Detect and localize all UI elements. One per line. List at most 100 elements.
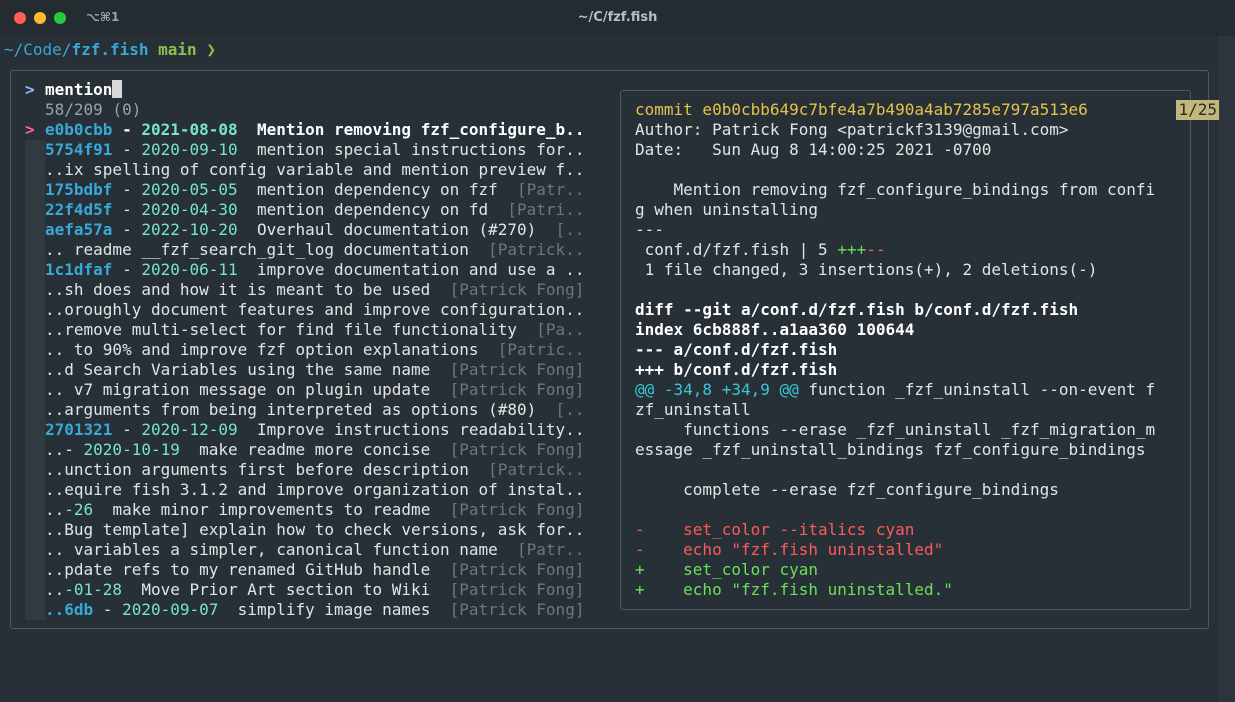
preview-text: + echo "fzf.fish uninstalled." [635, 580, 953, 599]
commit-author: [Patrick.. [488, 460, 585, 479]
preview-line: Mention removing fzf_configure_bindings … [635, 180, 1180, 200]
commit-message: ..ix spelling of config variable and men… [45, 160, 585, 179]
result-row[interactable]: aefa57a - 2022-10-20 Overhaul documentat… [25, 220, 605, 240]
commit-message: ..unction arguments first before descrip… [45, 460, 489, 479]
commit-message: .. readme __fzf_search_git_log documenta… [45, 240, 489, 259]
preview-text: -- [866, 240, 886, 259]
result-row[interactable]: ..-01-28 Move Prior Art section to Wiki … [25, 580, 605, 600]
row-gutter [25, 300, 45, 320]
result-row[interactable]: > e0b0cbb - 2021-08-08 Mention removing f… [25, 120, 605, 140]
commit-date: -26 [64, 500, 94, 519]
preview-text: zf_uninstall [635, 400, 751, 419]
preview-line: commit e0b0cbb649c7bfe4a7b490a4ab7285e79… [635, 100, 1180, 120]
commit-hash: aefa57a [45, 220, 113, 239]
preview-line: 1 file changed, 3 insertions(+), 2 delet… [635, 260, 1180, 280]
result-row[interactable]: ..d Search Variables using the same name… [25, 360, 605, 380]
preview-line: +++ b/conf.d/fzf.fish [635, 360, 1180, 380]
preview-line [635, 160, 1180, 180]
preview-line: g when uninstalling [635, 200, 1180, 220]
commit-author: [Patrick Fong] [449, 380, 585, 399]
result-row[interactable]: .. variables a simpler, canonical functi… [25, 540, 605, 560]
preview-text: function _fzf_uninstall --on-event f [798, 380, 1156, 399]
commit-author: [Patri.. [507, 200, 585, 219]
result-row[interactable]: ..6db - 2020-09-07 simplify image names … [25, 600, 605, 620]
preview-text: + set_color cyan [635, 560, 819, 579]
result-row[interactable]: 22f4d5f - 2020-04-30 mention dependency … [25, 200, 605, 220]
row-gutter [25, 500, 45, 520]
result-row[interactable]: 1c1dfaf - 2020-06-11 improve documentati… [25, 260, 605, 280]
window-title: ~/C/fzf.fish [577, 10, 658, 25]
preview-text: g when uninstalling [635, 200, 819, 219]
preview-line: @@ -34,8 +34,9 @@ function _fzf_uninstal… [635, 380, 1180, 400]
commit-message: ..oroughly document features and improve… [45, 300, 585, 319]
commit-hash: 2701321 [45, 420, 113, 439]
row-gutter [25, 480, 45, 500]
commit-author: [Patrick Fong] [449, 560, 585, 579]
row-gutter [25, 360, 45, 380]
commit-message: .. variables a simpler, canonical functi… [45, 540, 518, 559]
result-row[interactable]: ..pdate refs to my renamed GitHub handle… [25, 560, 605, 580]
commit-message: make minor improvements to readme [93, 500, 450, 519]
commit-message: mention special instructions for.. [237, 140, 585, 159]
preview-text: +++ [837, 240, 867, 259]
text-cursor [112, 80, 123, 98]
commit-message: ..d Search Variables using the same name [45, 360, 450, 379]
preview-line: index 6cb888f..a1aa360 100644 [635, 320, 1180, 340]
row-gutter [25, 420, 45, 440]
result-row[interactable]: .. v7 migration message on plugin update… [25, 380, 605, 400]
query-caret: > [25, 80, 35, 99]
commit-author: [.. [555, 400, 585, 419]
result-row[interactable]: ..-26 make minor improvements to readme … [25, 500, 605, 520]
result-row[interactable]: 175bdbf - 2020-05-05 mention dependency … [25, 180, 605, 200]
commit-hash: e0b0cbb [45, 120, 113, 139]
preview-scroll-position: 1/25 [1176, 100, 1219, 120]
result-row[interactable]: ..oroughly document features and improve… [25, 300, 605, 320]
row-gutter [25, 140, 45, 160]
search-input[interactable]: mention [45, 80, 112, 99]
preview-text: 1 file changed, 3 insertions(+), 2 delet… [635, 260, 1098, 279]
row-gutter [25, 320, 45, 340]
result-row[interactable]: .. readme __fzf_search_git_log documenta… [25, 240, 605, 260]
preview-text: diff --git a/conf.d/fzf.fish b/conf.d/fz… [635, 300, 1079, 319]
row-gutter [25, 160, 45, 180]
result-row[interactable]: ..arguments from being interpreted as op… [25, 400, 605, 420]
fzf-query-line[interactable]: > mention [25, 80, 605, 100]
commit-date: 2020-12-09 [141, 420, 238, 439]
prompt-branch: main [158, 40, 197, 59]
commit-author: [Pa.. [536, 320, 585, 339]
separator: - [112, 120, 142, 139]
result-row[interactable]: ..ix spelling of config variable and men… [25, 160, 605, 180]
result-row[interactable]: .. to 90% and improve fzf option explana… [25, 340, 605, 360]
commit-date: 2020-04-30 [141, 200, 238, 219]
commit-message: Move Prior Art section to Wiki [122, 580, 450, 599]
preview-line: - echo "fzf.fish uninstalled" [635, 540, 1180, 560]
result-row[interactable]: ..- 2020-10-19 make readme more concise … [25, 440, 605, 460]
preview-line: --- a/conf.d/fzf.fish [635, 340, 1180, 360]
commit-hash: 175bdbf [45, 180, 113, 199]
row-gutter [25, 560, 45, 580]
result-row[interactable]: ..unction arguments first before descrip… [25, 460, 605, 480]
separator: - [112, 140, 142, 159]
scrollbar[interactable] [1219, 36, 1235, 702]
preview-text: - set_color --italics cyan [635, 520, 915, 539]
row-gutter [25, 460, 45, 480]
result-row[interactable]: ..equire fish 3.1.2 and improve organiza… [25, 480, 605, 500]
result-row[interactable]: ..Bug template] explain how to check ver… [25, 520, 605, 540]
preview-line: conf.d/fzf.fish | 5 +++-- [635, 240, 1180, 260]
preview-text: Author: Patrick Fong <patrickf3139@gmail… [635, 120, 1069, 139]
result-row[interactable]: ..remove multi-select for find file func… [25, 320, 605, 340]
preview-text: --- [635, 220, 664, 239]
commit-message: ..sh does and how it is meant to be used [45, 280, 450, 299]
preview-line: Author: Patrick Fong <patrickf3139@gmail… [635, 120, 1180, 140]
commit-author: [Patrick Fong] [449, 440, 585, 459]
row-gutter [25, 580, 45, 600]
row-gutter [25, 200, 45, 220]
preview-line: + set_color cyan [635, 560, 1180, 580]
commit-hash: 1c1dfaf [45, 260, 113, 279]
commit-hash: 22f4d5f [45, 200, 113, 219]
row-gutter [25, 380, 45, 400]
preview-line: diff --git a/conf.d/fzf.fish b/conf.d/fz… [635, 300, 1180, 320]
result-row[interactable]: 2701321 - 2020-12-09 Improve instruction… [25, 420, 605, 440]
result-row[interactable]: 5754f91 - 2020-09-10 mention special ins… [25, 140, 605, 160]
result-row[interactable]: ..sh does and how it is meant to be used… [25, 280, 605, 300]
